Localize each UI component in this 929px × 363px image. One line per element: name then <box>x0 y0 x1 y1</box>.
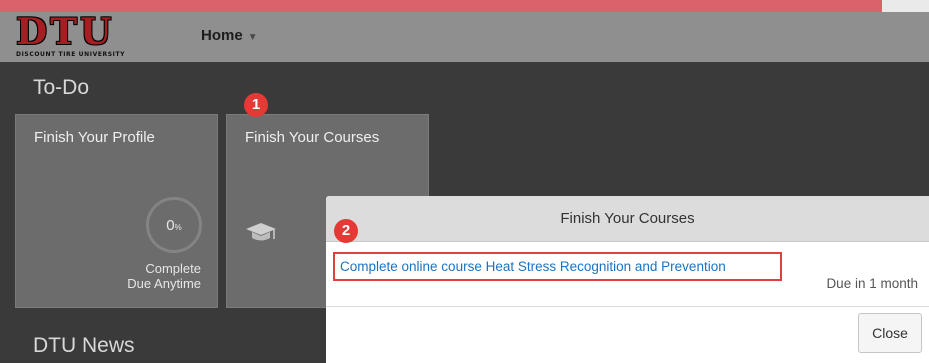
due-date: Due in 1 month <box>826 276 918 291</box>
top-nav-bar: DTU DISCOUNT TIRE UNIVERSITY Home ▼ <box>0 11 929 62</box>
top-accent-stripe <box>0 0 882 12</box>
dialog-divider <box>326 306 929 307</box>
news-section-title: DTU News <box>33 334 135 357</box>
finish-courses-dialog: Finish Your Courses Complete online cour… <box>326 196 929 363</box>
caret-down-icon: ▼ <box>247 32 258 43</box>
progress-ring: 0% <box>146 197 202 253</box>
graduation-cap-icon <box>246 223 276 241</box>
dtu-logo[interactable]: DTU DISCOUNT TIRE UNIVERSITY <box>16 11 182 60</box>
todo-section-title: To-Do <box>33 76 90 99</box>
logo-wordmark: DTU <box>16 11 115 53</box>
home-menu-label: Home <box>201 27 243 44</box>
annotation-badge-2: 2 <box>334 219 358 243</box>
home-menu[interactable]: Home ▼ <box>201 27 258 44</box>
dialog-title: Finish Your Courses <box>326 196 929 242</box>
status-complete: Complete <box>145 261 201 276</box>
finish-profile-card[interactable]: Finish Your Profile 0% Complete Due Anyt… <box>15 114 218 308</box>
card-title: Finish Your Profile <box>34 129 155 146</box>
card-title: Finish Your Courses <box>245 129 380 146</box>
status-due: Due Anytime <box>127 276 201 291</box>
logo-subtitle: DISCOUNT TIRE UNIVERSITY <box>16 51 126 58</box>
progress-value: 0% <box>166 217 182 234</box>
course-link[interactable]: Complete online course Heat Stress Recog… <box>333 252 782 281</box>
close-button[interactable]: Close <box>858 313 922 353</box>
card-status: Complete Due Anytime <box>127 261 201 291</box>
annotation-badge-1: 1 <box>244 93 268 117</box>
